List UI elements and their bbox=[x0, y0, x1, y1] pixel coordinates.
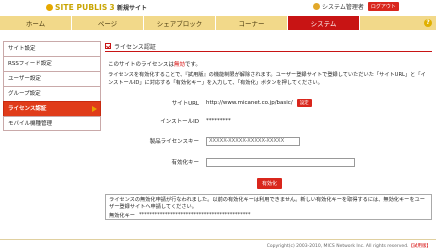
sidebar-item-label: ユーザー設定 bbox=[8, 76, 41, 82]
deactivation-notice: ライセンスの無効化申請が行なわれました。以前の有効化キーは利用できません。新しい… bbox=[105, 194, 432, 220]
install-id-row: インストールID ********* bbox=[105, 115, 432, 127]
footer: Copyright(c) 2003-2010, MICS Network Inc… bbox=[0, 239, 436, 252]
tab-home[interactable]: ホーム bbox=[0, 16, 72, 30]
tab-page[interactable]: ページ bbox=[72, 16, 144, 30]
user-area: システム管理者 ログアウト bbox=[313, 2, 399, 11]
description: ライセンスを有効化することで、『試用版』の機能制限が解除されます。ユーザー登録サ… bbox=[108, 72, 426, 86]
sidebar: サイト設定 RSSフィード設定 ユーザー設定 グループ設定 ライセンス認証 モバ… bbox=[3, 41, 101, 131]
header: SITE PUBLIS 3 新規サイト システム管理者 ログアウト bbox=[0, 0, 436, 16]
sidebar-item-users[interactable]: ユーザー設定 bbox=[3, 71, 101, 86]
sidebar-item-label: モバイル機種管理 bbox=[8, 121, 53, 127]
install-id-label: インストールID bbox=[160, 119, 199, 125]
sidebar-item-label: グループ設定 bbox=[8, 91, 41, 97]
activation-key-field[interactable] bbox=[206, 157, 355, 167]
site-url-value: http://www.micanet.co.jp/basic/ bbox=[206, 100, 293, 106]
sidebar-item-mobile-devices[interactable]: モバイル機種管理 bbox=[3, 116, 101, 131]
activate-button[interactable]: 有効化 bbox=[257, 178, 283, 189]
logo-text: SITE PUBLIS bbox=[55, 2, 108, 12]
site-url-settings-button[interactable]: 設定 bbox=[296, 99, 312, 107]
section-header: ライセンス認証 bbox=[105, 41, 432, 52]
main-nav: ホーム ページ シェアブロック コーナー システム bbox=[0, 16, 436, 30]
sidebar-item-license[interactable]: ライセンス認証 bbox=[3, 101, 101, 116]
logout-button[interactable]: ログアウト bbox=[367, 2, 399, 11]
logo: SITE PUBLIS 3 bbox=[46, 2, 115, 12]
deactivation-key-value: ****************************************… bbox=[138, 212, 251, 218]
activation-key-row: 有効化キー bbox=[105, 156, 432, 168]
product-key-row: 製品ライセンスキー XXXXX-XXXXX-XXXXX-XXXXX bbox=[105, 135, 432, 147]
page-title: ライセンス認証 bbox=[114, 43, 156, 51]
site-name: 新規サイト bbox=[117, 5, 148, 12]
product-key-label: 製品ライセンスキー bbox=[149, 139, 199, 145]
copyright: Copyright(c) 2003-2010, MICS Network Inc… bbox=[266, 244, 432, 249]
user-label: システム管理者 bbox=[322, 4, 364, 11]
check-icon bbox=[105, 43, 111, 49]
sidebar-item-rss-feed[interactable]: RSSフィード設定 bbox=[3, 56, 101, 71]
status-value: 無効 bbox=[173, 62, 185, 68]
site-url-row: サイトURL http://www.micanet.co.jp/basic/ 設… bbox=[105, 97, 432, 109]
tab-share-block[interactable]: シェアブロック bbox=[144, 16, 216, 30]
edition-badge: 【試用版】 bbox=[408, 244, 432, 249]
deactivation-key-label: 無効化キー bbox=[109, 213, 135, 219]
license-status: このサイトのライセンスは無効です。 bbox=[108, 62, 201, 68]
activation-key-label: 有効化キー bbox=[171, 160, 199, 166]
sidebar-item-label: ライセンス認証 bbox=[8, 106, 47, 112]
notice-text: ライセンスの無効化申請が行なわれました。以前の有効化キーは利用できません。新しい… bbox=[109, 197, 425, 210]
arrow-right-icon bbox=[92, 106, 97, 112]
sidebar-item-label: サイト設定 bbox=[8, 46, 36, 52]
install-id-value: ********* bbox=[206, 118, 231, 124]
logo-icon bbox=[46, 3, 53, 11]
sidebar-item-site-settings[interactable]: サイト設定 bbox=[3, 41, 101, 56]
sidebar-item-groups[interactable]: グループ設定 bbox=[3, 86, 101, 101]
main-content: ライセンス認証 このサイトのライセンスは無効です。 ライセンスを有効化することで… bbox=[105, 41, 432, 220]
user-icon bbox=[313, 3, 320, 10]
site-url-label: サイトURL bbox=[171, 101, 199, 107]
deactivation-key: 無効化キー **********************************… bbox=[109, 212, 428, 219]
logo-version: 3 bbox=[109, 2, 115, 12]
sidebar-item-label: RSSフィード設定 bbox=[8, 61, 52, 67]
product-key-field[interactable]: XXXXX-XXXXX-XXXXX-XXXXX bbox=[206, 136, 300, 146]
help-icon[interactable]: ? bbox=[424, 19, 432, 27]
tab-system[interactable]: システム bbox=[288, 16, 360, 30]
tab-corner[interactable]: コーナー bbox=[216, 16, 288, 30]
